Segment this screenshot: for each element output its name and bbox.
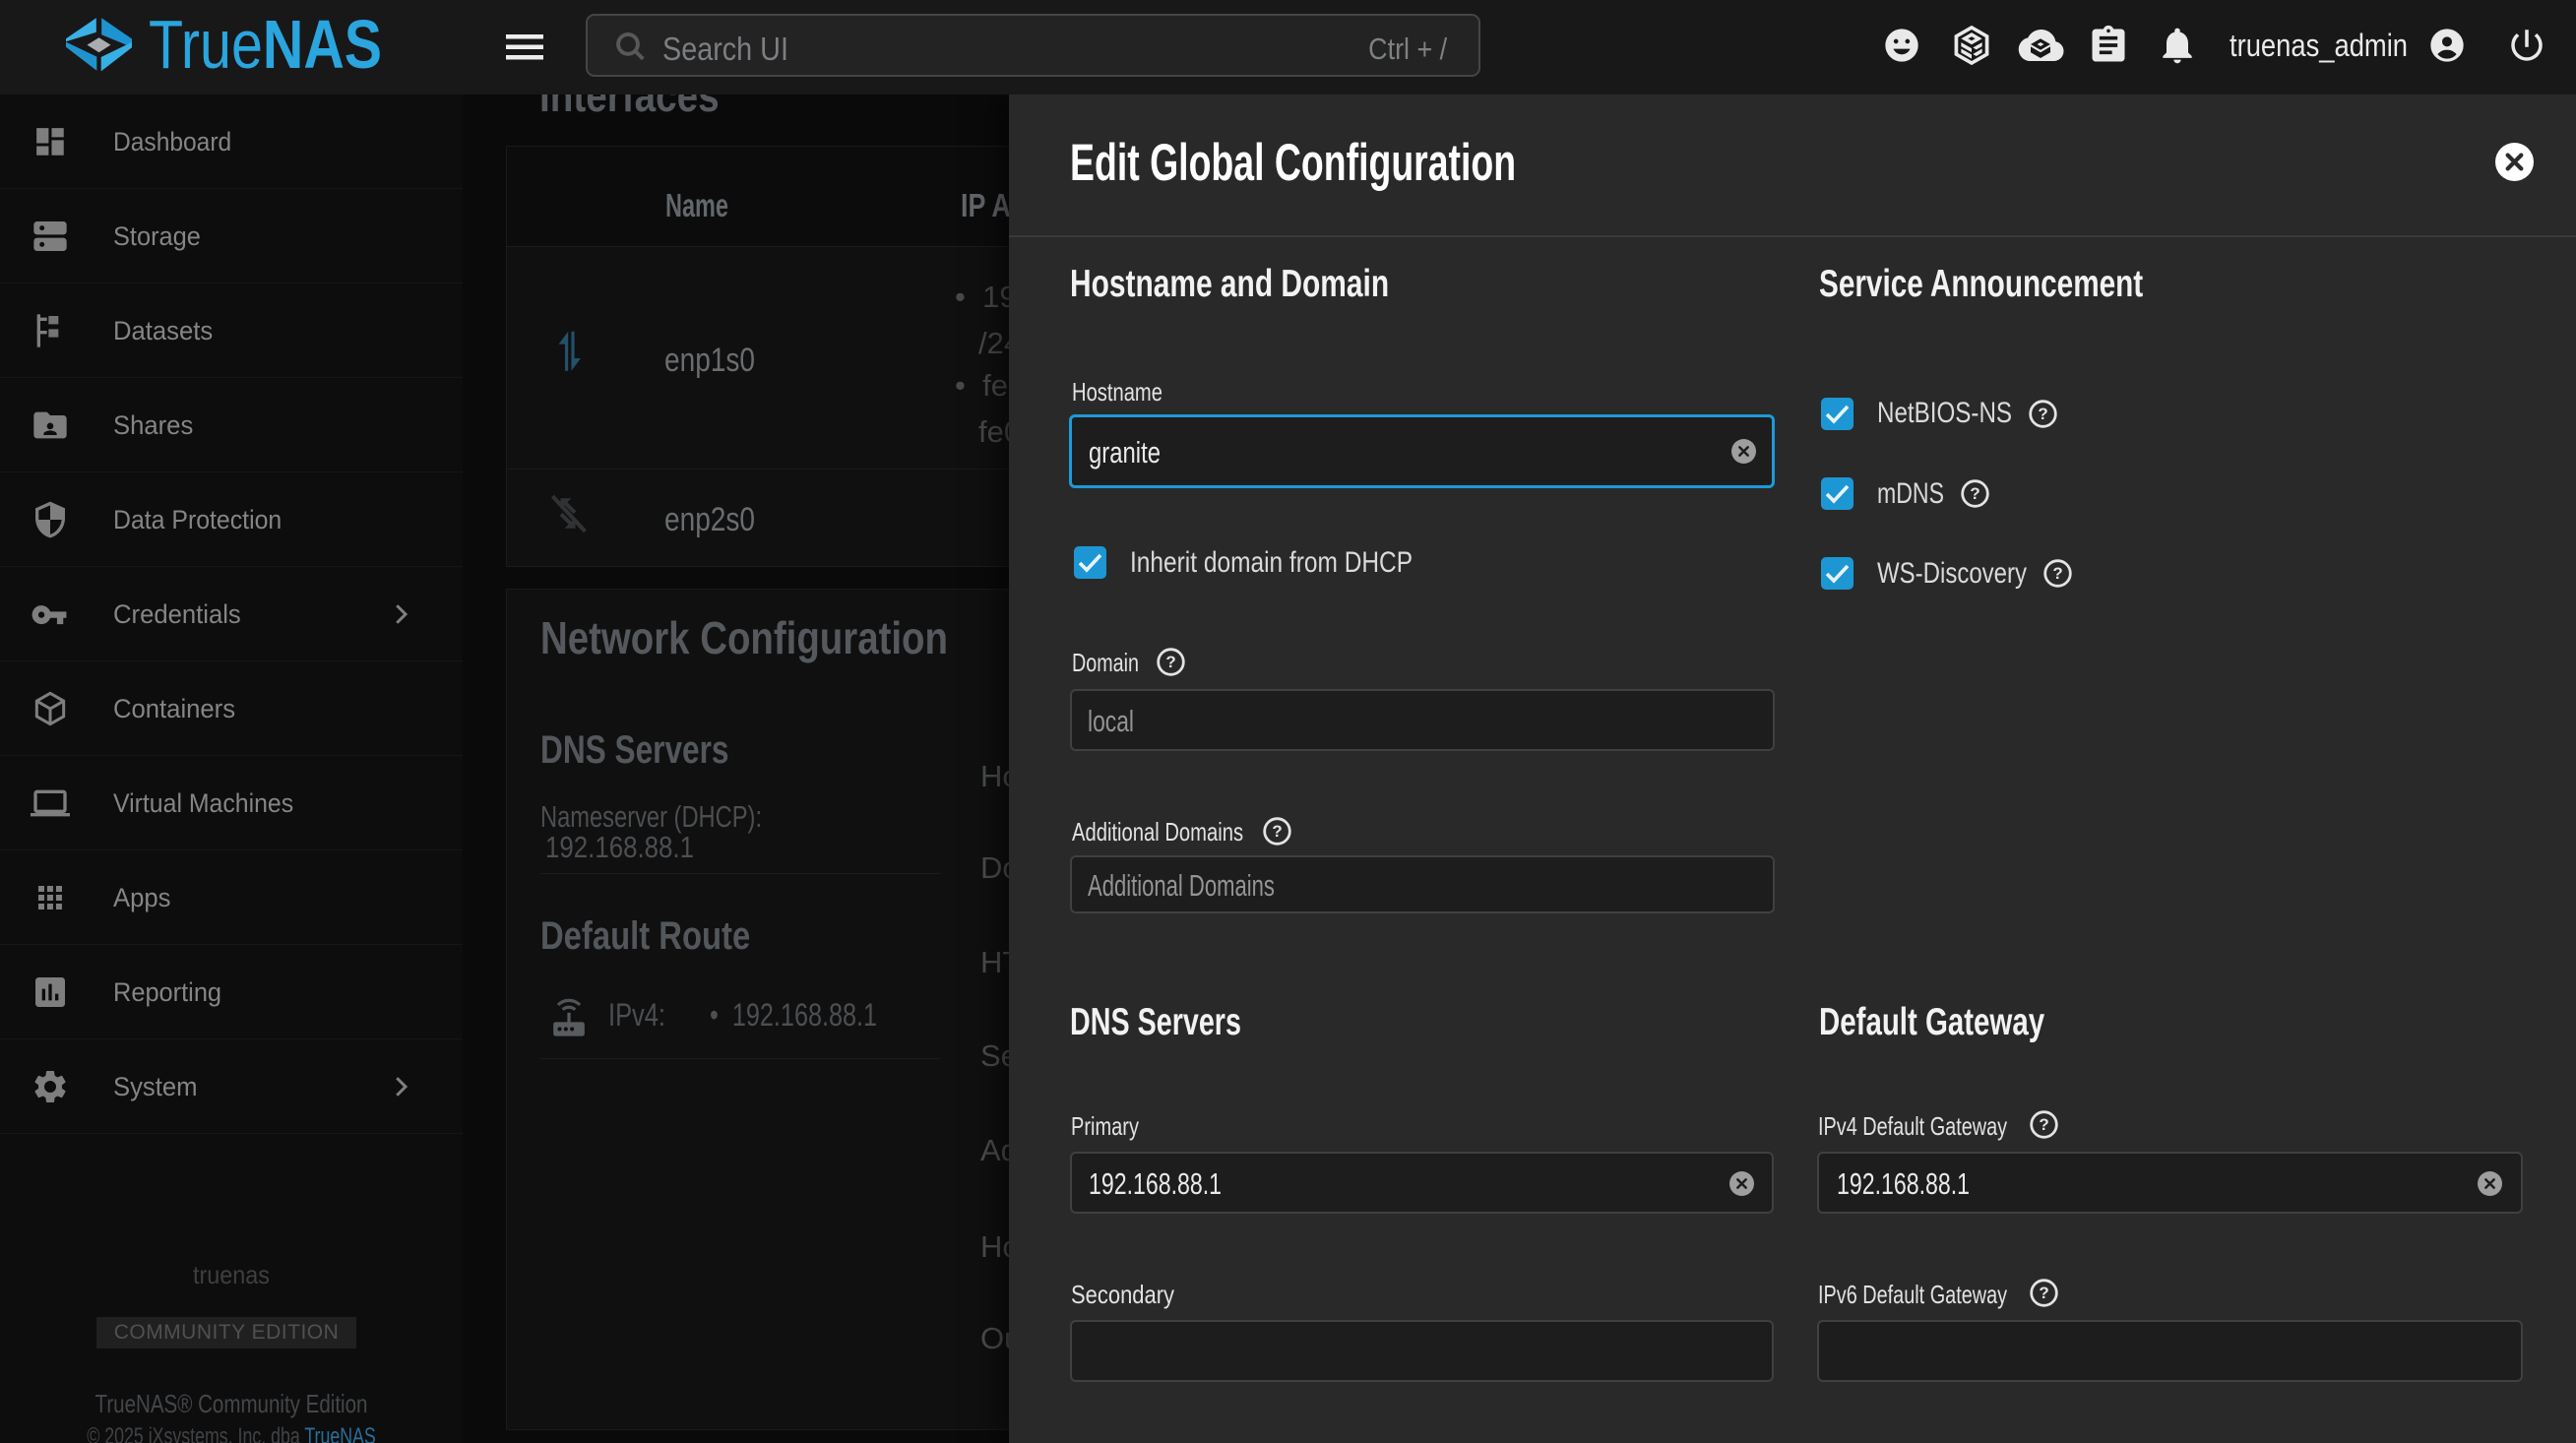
svg-text:?: ? bbox=[2052, 564, 2062, 583]
svg-text:?: ? bbox=[1970, 484, 1979, 503]
svg-text:?: ? bbox=[2038, 405, 2047, 423]
svg-text:?: ? bbox=[1272, 822, 1282, 841]
svg-text:?: ? bbox=[2039, 1284, 2048, 1302]
svg-text:?: ? bbox=[2039, 1115, 2048, 1134]
svg-text:?: ? bbox=[1165, 653, 1175, 671]
